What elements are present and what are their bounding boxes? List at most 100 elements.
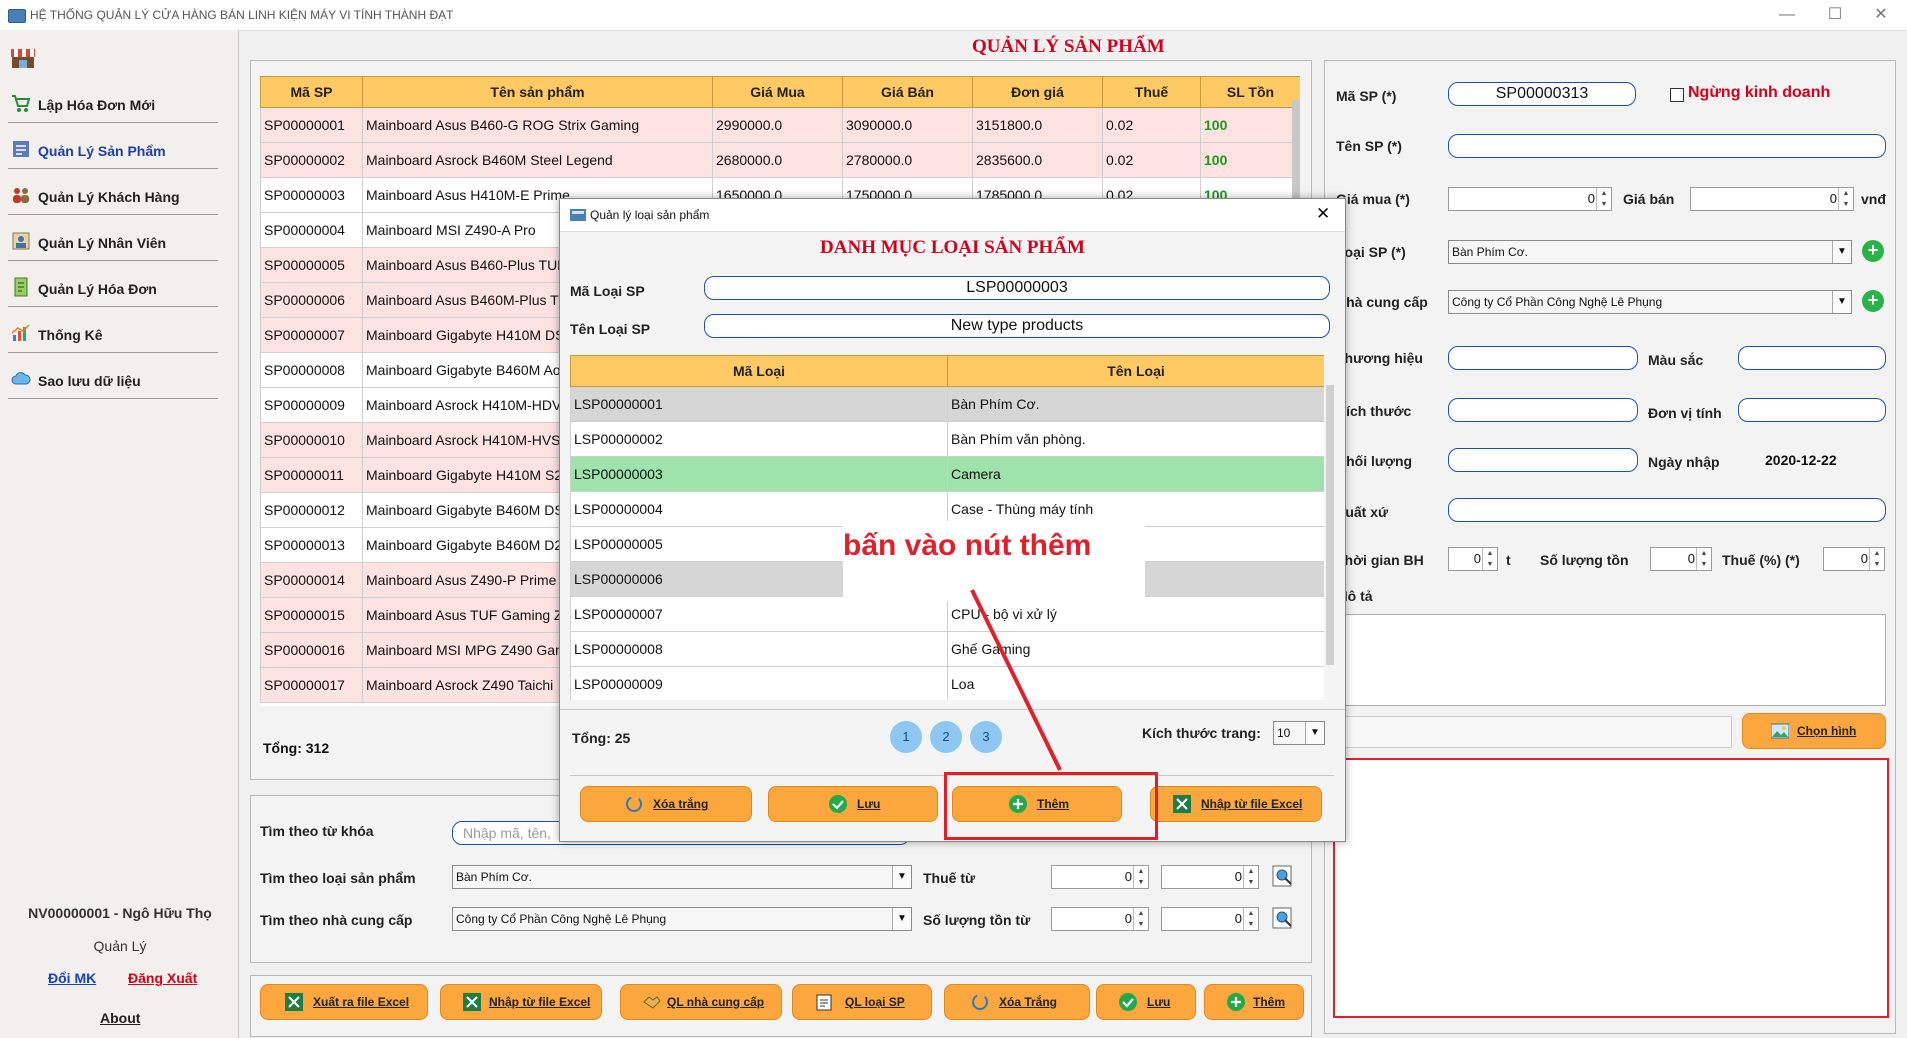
warranty-input[interactable]: 0 ▲ ▼ — [1448, 547, 1498, 571]
stock-to-input[interactable]: 0 ▲ ▼ — [1161, 907, 1259, 931]
supplier-select[interactable]: Công ty Cổ Phần Công Nghệ Lê Phụng ▼ — [1448, 290, 1852, 314]
dialog-titlebar: Quản lý loại sản phẩm ✕ — [560, 199, 1345, 232]
close-button[interactable]: ✕ — [1866, 4, 1896, 26]
table-row[interactable]: LSP00000009 Loa — [570, 666, 1324, 700]
spinner-arrows[interactable]: ▲ ▼ — [1869, 548, 1884, 570]
dialog-save-button[interactable]: Lưu — [768, 786, 938, 822]
spinner-arrows[interactable]: ▲ ▼ — [1133, 908, 1148, 930]
table-cell: Bàn Phím Cơ. — [947, 386, 1324, 422]
table-cell: Mainboard Asus B460-G ROG Strix Gaming — [362, 107, 713, 143]
nav-employee-management[interactable]: Quản Lý Nhân Viên — [8, 222, 218, 261]
nav-create-invoice[interactable]: Lập Hóa Đơn Mới — [8, 84, 218, 123]
import-excel-button[interactable]: Nhập từ file Excel — [440, 984, 602, 1020]
product-name-input[interactable] — [1448, 134, 1886, 158]
clear-button[interactable]: Xóa Trắng — [944, 984, 1090, 1020]
column-header[interactable]: Tên sản phẩm — [362, 76, 713, 108]
image-path-input[interactable] — [1336, 716, 1732, 748]
supplier-management-button[interactable]: QL nhà cung cấp — [620, 984, 782, 1020]
save-button[interactable]: Lưu — [1096, 984, 1196, 1020]
table-cell: 100 — [1200, 142, 1300, 178]
supplier-filter-label: Tìm theo nhà cung cấp — [260, 912, 413, 928]
tax-to-input[interactable]: 0 ▲ ▼ — [1161, 865, 1259, 889]
sell-price-input[interactable]: 0 ▲ ▼ — [1690, 187, 1854, 211]
product-type-select[interactable]: Bàn Phím Cơ. ▼ — [1448, 240, 1852, 264]
choose-image-button[interactable]: Chọn hình — [1742, 713, 1886, 749]
spinner-arrows[interactable]: ▲ ▼ — [1133, 866, 1148, 888]
search-tax-icon[interactable] — [1272, 865, 1294, 889]
category-id-input[interactable]: LSP00000003 — [704, 276, 1330, 300]
add-type-icon[interactable]: + — [1862, 240, 1884, 262]
table-row[interactable]: SP00000001 Mainboard Asus B460-G ROG Stri… — [260, 107, 1300, 143]
spinner-arrows[interactable]: ▲ ▼ — [1696, 548, 1711, 570]
table-row[interactable]: LSP00000003 Camera — [570, 456, 1324, 492]
tax-input[interactable]: 0 ▲ ▼ — [1823, 547, 1885, 571]
buy-price-input[interactable]: 0 ▲ ▼ — [1448, 187, 1612, 211]
spinner-arrows[interactable]: ▲ ▼ — [1482, 548, 1497, 570]
column-header[interactable]: Giá Bán — [842, 76, 973, 108]
nav-customer-management[interactable]: Quản Lý Khách Hàng — [8, 176, 218, 215]
column-header[interactable]: Thuế — [1102, 76, 1201, 108]
column-header[interactable]: Giá Mua — [712, 76, 843, 108]
page-size-select[interactable]: 10 ▼ — [1273, 721, 1325, 745]
column-header[interactable]: Tên Loại — [947, 355, 1324, 387]
spinner-arrows[interactable]: ▲ ▼ — [1243, 866, 1258, 888]
column-header[interactable]: Đơn giá — [972, 76, 1103, 108]
table-cell: SP00000012 — [260, 492, 363, 528]
nav-statistics[interactable]: Thống Kê — [8, 314, 218, 353]
about-link[interactable]: About — [100, 1010, 140, 1026]
brand-input[interactable] — [1448, 346, 1638, 370]
product-id-input[interactable]: SP00000313 — [1448, 82, 1636, 106]
search-stock-icon[interactable] — [1272, 907, 1294, 931]
color-input[interactable] — [1738, 346, 1886, 370]
origin-input[interactable] — [1448, 498, 1886, 522]
unit-input[interactable] — [1738, 398, 1886, 422]
maximize-button[interactable]: ☐ — [1820, 4, 1850, 26]
table-cell: 0.02 — [1102, 107, 1201, 143]
product-type-label: Loại SP (*) — [1336, 244, 1406, 260]
dialog-import-excel-button[interactable]: Nhập từ file Excel — [1150, 786, 1322, 822]
table-row[interactable]: LSP00000007 CPU - bộ vi xử lý — [570, 596, 1324, 632]
dialog-close-button[interactable]: ✕ — [1316, 204, 1330, 224]
column-header[interactable]: SL Tồn — [1200, 76, 1300, 108]
table-cell: 2780000.0 — [842, 142, 973, 178]
column-header[interactable]: Mã Loại — [570, 355, 948, 387]
type-filter-select[interactable]: Bàn Phím Cơ. ▼ — [452, 865, 912, 889]
table-row[interactable]: SP00000002 Mainboard Asrock B460M Steel L… — [260, 142, 1300, 178]
table-row[interactable]: LSP00000002 Bàn Phím văn phòng. — [570, 421, 1324, 457]
table-cell: SP00000014 — [260, 562, 363, 598]
category-table-scrollbar[interactable] — [1326, 385, 1334, 665]
weight-input[interactable] — [1448, 448, 1638, 472]
page-1-button[interactable]: 1 — [890, 721, 922, 753]
button-label: Chọn hình — [1797, 724, 1857, 738]
tax-from-input[interactable]: 0 ▲ ▼ — [1051, 865, 1149, 889]
size-input[interactable] — [1448, 398, 1638, 422]
logout-link[interactable]: Đăng Xuất — [128, 970, 197, 986]
export-excel-button[interactable]: Xuất ra file Excel — [260, 984, 428, 1020]
table-row[interactable]: LSP00000008 Ghế Gaming — [570, 631, 1324, 667]
nav-product-management[interactable]: Quản Lý Sản Phẩm — [8, 130, 218, 169]
discontinued-checkbox[interactable] — [1670, 88, 1684, 102]
table-row[interactable]: LSP00000001 Bàn Phím Cơ. — [570, 386, 1324, 422]
add-button[interactable]: Thêm — [1204, 984, 1304, 1020]
supplier-filter-select[interactable]: Công ty Cổ Phần Công Nghệ Lê Phụng ▼ — [452, 907, 912, 931]
category-name-input[interactable]: New type products — [704, 314, 1330, 338]
spinner-arrows[interactable]: ▲ ▼ — [1838, 188, 1853, 210]
nav-invoice-management[interactable]: Quản Lý Hóa Đơn — [8, 268, 218, 307]
sell-price-label: Giá bán — [1623, 191, 1675, 207]
check-icon — [1119, 993, 1137, 1011]
minimize-button[interactable]: — — [1772, 4, 1802, 26]
check-icon — [829, 795, 847, 813]
stock-from-input[interactable]: 0 ▲ ▼ — [1051, 907, 1149, 931]
supplier-value: Công ty Cổ Phần Công Nghệ Lê Phụng — [1452, 295, 1663, 309]
nav-backup[interactable]: Sao lưu dữ liệu — [8, 360, 218, 399]
spinner-arrows[interactable]: ▲ ▼ — [1596, 188, 1611, 210]
column-header[interactable]: Mã SP — [260, 76, 363, 108]
dialog-clear-button[interactable]: Xóa trắng — [580, 786, 752, 822]
page-2-button[interactable]: 2 — [930, 721, 962, 753]
spinner-arrows[interactable]: ▲ ▼ — [1243, 908, 1258, 930]
stock-input[interactable]: 0 ▲ ▼ — [1650, 547, 1712, 571]
description-textarea[interactable] — [1336, 614, 1886, 706]
category-management-button[interactable]: QL loại SP — [792, 984, 932, 1020]
add-supplier-icon[interactable]: + — [1862, 290, 1884, 312]
change-password-link[interactable]: Đổi MK — [48, 970, 96, 986]
